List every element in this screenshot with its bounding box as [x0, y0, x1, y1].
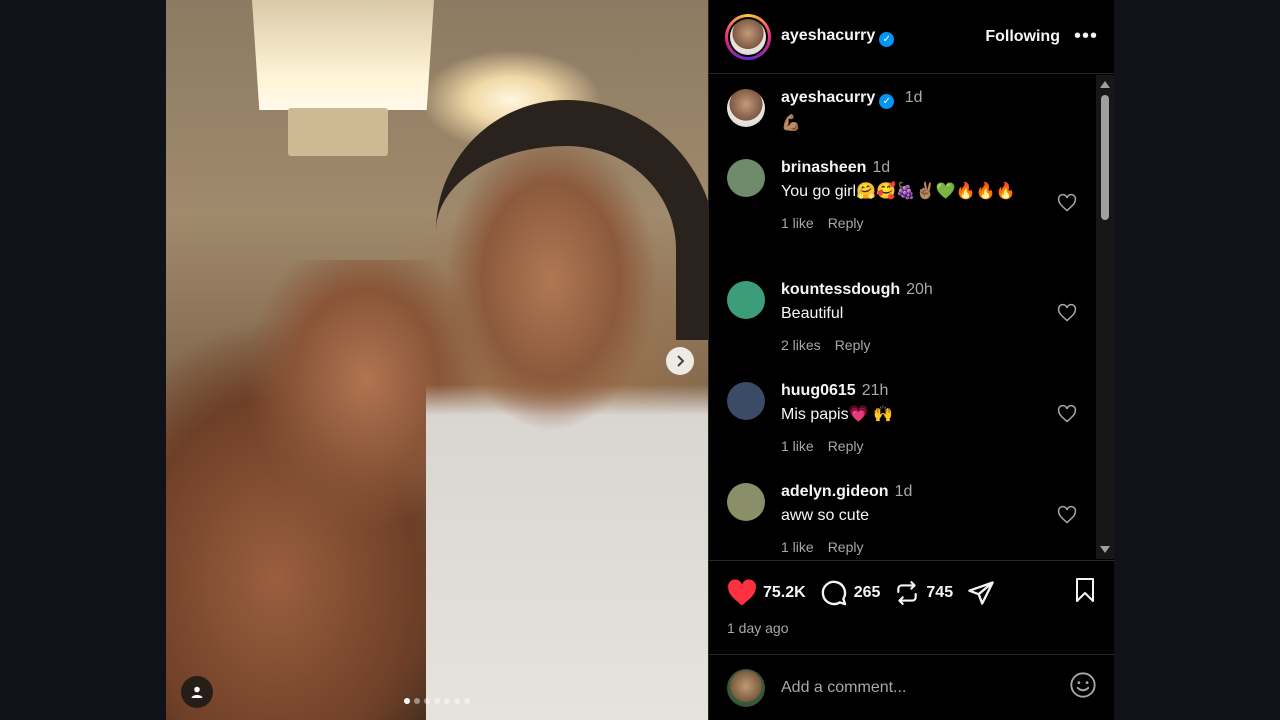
reply-button[interactable]: Reply	[828, 438, 864, 454]
scroll-up-arrow-icon[interactable]	[1100, 81, 1110, 88]
caption-username[interactable]: ayeshacurry	[781, 89, 875, 106]
post-timestamp[interactable]: 1 day ago	[727, 620, 1097, 636]
comment-time: 1d	[872, 159, 891, 176]
carousel-dot	[454, 698, 460, 704]
comment-username[interactable]: adelyn.gideon	[781, 483, 889, 500]
smiley-icon	[1070, 672, 1096, 698]
save-button[interactable]	[1073, 577, 1097, 608]
repost-count: 745	[926, 583, 954, 601]
comments-scrollbar[interactable]	[1096, 75, 1114, 559]
comment-like-count[interactable]: 1 like	[781, 215, 814, 231]
author-username[interactable]: ayeshacurry ✓	[781, 27, 895, 47]
verified-badge-icon: ✓	[879, 31, 895, 47]
comment-like-count[interactable]: 1 like	[781, 438, 814, 454]
heart-filled-icon	[728, 578, 756, 605]
post-actions: 75.2K 265 745 1 day ago	[709, 560, 1115, 636]
comment-username[interactable]: huug0615	[781, 382, 856, 399]
comment-text: Beautiful	[781, 305, 844, 322]
carousel-dot	[464, 698, 470, 704]
comment-time: 1d	[894, 483, 913, 500]
comments-panel: ayeshacurry ✓ Following ••• ayeshacurry ✓ …	[708, 0, 1115, 720]
comment-composer	[709, 654, 1115, 720]
carousel-dot	[424, 698, 430, 704]
current-user-avatar	[727, 668, 765, 707]
share-button[interactable]	[967, 579, 1001, 607]
verified-badge-icon: ✓	[879, 94, 895, 109]
comment-item: huug0615 21h Mis papis💗 🙌 1 like Reply	[709, 382, 1097, 483]
comment-item: adelyn.gideon 1d aww so cute 1 like Reply	[709, 483, 1097, 559]
carousel-dot	[404, 698, 410, 704]
post-caption: ayeshacurry ✓ 1d 💪🏽	[709, 75, 1097, 159]
comment-text: Mis papis💗 🙌	[781, 406, 893, 423]
reply-button[interactable]: Reply	[828, 215, 864, 231]
reply-button[interactable]: Reply	[828, 539, 864, 555]
like-count: 75.2K	[763, 583, 806, 601]
carousel-dot	[414, 698, 420, 704]
carousel-dot	[434, 698, 440, 704]
wall-lamp-plate	[288, 108, 388, 156]
following-button[interactable]: Following	[985, 28, 1060, 46]
comment-text: aww so cute	[781, 507, 870, 524]
post-header: ayeshacurry ✓ Following •••	[709, 0, 1114, 74]
comment-avatar[interactable]	[727, 483, 765, 521]
photo-cap	[436, 100, 708, 340]
send-icon	[968, 580, 994, 605]
heart-outline-icon[interactable]	[1057, 505, 1077, 525]
comment-username[interactable]: brinasheen	[781, 159, 866, 176]
reply-button[interactable]: Reply	[835, 337, 871, 353]
chevron-right-icon	[677, 355, 685, 367]
wall-lamp-shade	[252, 0, 434, 110]
comment-text: You go girl🤗🥰🍇✌🏽💚🔥🔥🔥	[781, 183, 1016, 200]
caption-avatar[interactable]	[727, 89, 765, 127]
post-photo[interactable]	[166, 0, 708, 720]
like-button[interactable]: 75.2K	[727, 578, 806, 607]
comment-avatar[interactable]	[727, 159, 765, 197]
comment-username[interactable]: kountessdough	[781, 281, 900, 298]
comment-count: 265	[853, 583, 881, 601]
comment-button[interactable]: 265	[820, 579, 881, 607]
repost-button[interactable]: 745	[894, 580, 953, 606]
more-options-icon[interactable]: •••	[1074, 25, 1098, 48]
comment-avatar[interactable]	[727, 382, 765, 420]
comment-like-count[interactable]: 1 like	[781, 539, 814, 555]
comment-item: kountessdough 20h Beautiful 2 likes Reply	[709, 281, 1097, 382]
scroll-down-arrow-icon[interactable]	[1100, 546, 1110, 553]
comment-list[interactable]: ayeshacurry ✓ 1d 💪🏽 brinasheen 1d You go g…	[709, 75, 1097, 559]
comment-avatar[interactable]	[727, 281, 765, 319]
repost-icon	[897, 580, 918, 605]
comment-like-count[interactable]: 2 likes	[781, 337, 821, 353]
next-photo-button[interactable]	[666, 347, 694, 375]
bookmark-icon	[1076, 578, 1094, 602]
heart-outline-icon[interactable]	[1057, 193, 1077, 213]
author-avatar[interactable]	[725, 13, 771, 60]
caption-text: 💪🏽	[781, 115, 801, 132]
user-icon	[191, 686, 203, 698]
caption-time: 1d	[904, 89, 923, 106]
comment-time: 20h	[906, 281, 933, 298]
add-comment-input[interactable]	[781, 678, 1031, 697]
carousel-indicator	[166, 698, 708, 704]
heart-outline-icon[interactable]	[1057, 303, 1077, 323]
post-modal: ayeshacurry ✓ Following ••• ayeshacurry ✓ …	[166, 0, 1115, 720]
comment-item: brinasheen 1d You go girl🤗🥰🍇✌🏽💚🔥🔥🔥 1 like…	[709, 159, 1097, 281]
scrollbar-thumb[interactable]	[1101, 95, 1109, 220]
comment-bubble-icon	[821, 580, 846, 605]
carousel-dot	[444, 698, 450, 704]
emoji-button[interactable]	[1069, 671, 1097, 704]
comment-time: 21h	[861, 382, 889, 399]
heart-outline-icon[interactable]	[1057, 404, 1077, 424]
